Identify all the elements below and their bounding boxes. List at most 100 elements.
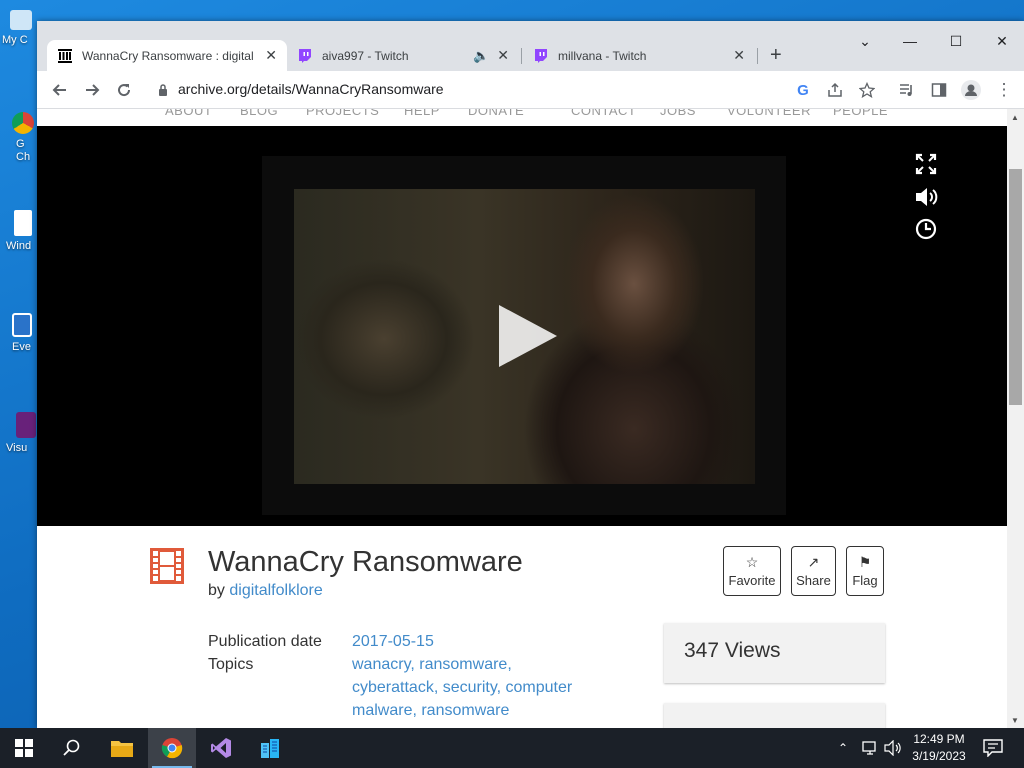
archive-icon <box>58 48 72 63</box>
desktop-icon-label: G Ch <box>16 138 31 163</box>
flag-button[interactable]: ⚑ Flag <box>846 546 884 596</box>
minimize-button[interactable]: — <box>887 33 933 49</box>
scroll-down-icon[interactable]: ▼ <box>1011 716 1019 725</box>
nav-contact[interactable]: CONTACT <box>571 109 636 118</box>
desktop-icon-chrome[interactable]: G Ch <box>2 112 38 164</box>
notification-icon <box>983 739 1003 757</box>
bookmark-button[interactable] <box>855 78 879 102</box>
desktop-icon-visual-studio[interactable]: Visu <box>2 412 38 454</box>
share-icon: ↗ <box>807 554 820 570</box>
fullscreen-button[interactable] <box>914 152 938 176</box>
arrow-right-icon <box>86 84 100 96</box>
tab-title: WannaCry Ransomware : digital <box>82 48 254 63</box>
star-icon <box>859 82 875 98</box>
chrome-icon <box>12 112 34 134</box>
chrome-icon <box>161 738 183 759</box>
taskbar: ⌃ 12:49 PM 3/19/2023 <box>0 728 1024 768</box>
nav-people[interactable]: PEOPLE <box>833 109 888 118</box>
close-icon[interactable]: ✕ <box>733 47 745 64</box>
desktop-icon-windows[interactable]: Wind <box>2 210 38 252</box>
topics-value[interactable]: wanacry, ransomware, cyberattack, securi… <box>352 653 602 722</box>
desktop-icon-my-computer[interactable]: My C <box>2 10 38 46</box>
visual-studio-icon <box>211 738 231 758</box>
nav-donate[interactable]: DONATE <box>468 109 524 118</box>
playlist-icon <box>900 84 912 96</box>
video-player[interactable] <box>37 126 1007 526</box>
twitch-icon <box>535 48 547 63</box>
tab-strip: WannaCry Ransomware : digital ✕ aiva997 … <box>37 21 1024 71</box>
nav-projects[interactable]: PROJECTS <box>306 109 379 118</box>
page-scrollbar[interactable]: ▲ ▼ <box>1007 109 1024 728</box>
network-icon <box>862 741 876 755</box>
favorite-button[interactable]: ☆ Favorite <box>723 546 781 596</box>
reload-button[interactable] <box>112 78 136 102</box>
close-window-button[interactable]: ✕ <box>979 33 1024 50</box>
tab-aiva997[interactable]: aiva997 - Twitch 🔈 ✕ <box>287 40 519 71</box>
nav-about[interactable]: ABOUT <box>165 109 212 118</box>
taskbar-chrome[interactable] <box>148 728 196 768</box>
flag-icon: ⚑ <box>858 554 872 570</box>
close-icon[interactable]: ✕ <box>497 47 509 64</box>
address-bar[interactable]: archive.org/details/WannaCryRansomware <box>178 81 444 97</box>
nav-help[interactable]: HELP <box>404 109 440 118</box>
nav-blog[interactable]: BLOG <box>240 109 278 118</box>
scroll-up-icon[interactable]: ▲ <box>1011 113 1019 122</box>
film-icon <box>150 548 184 584</box>
side-panel-icon <box>931 83 947 97</box>
favorite-label: Favorite <box>728 573 776 588</box>
taskbar-clock[interactable]: 12:49 PM 3/19/2023 <box>905 731 973 765</box>
new-tab-button[interactable]: + <box>770 45 782 65</box>
desktop-icon-label: Eve <box>12 341 31 353</box>
play-icon[interactable] <box>499 305 557 367</box>
profile-button[interactable] <box>959 78 983 102</box>
close-icon[interactable]: ✕ <box>265 47 277 64</box>
reload-icon <box>118 84 131 97</box>
tab-separator <box>757 48 758 64</box>
desktop-icon-event-viewer[interactable]: Eve <box>2 313 38 353</box>
speaker-icon[interactable]: 🔈 <box>473 48 489 64</box>
google-icon[interactable]: G <box>791 78 815 102</box>
start-button[interactable] <box>0 728 48 768</box>
tab-wannacry[interactable]: WannaCry Ransomware : digital ✕ <box>47 40 287 71</box>
fullscreen-icon <box>915 153 937 175</box>
document-icon <box>14 210 32 236</box>
by-prefix: by <box>208 582 225 599</box>
publication-date-label: Publication date <box>208 633 322 650</box>
tab-millvana[interactable]: millvana - Twitch ✕ <box>523 40 755 71</box>
side-panel-button[interactable] <box>927 78 951 102</box>
show-hidden-icons[interactable]: ⌃ <box>838 728 848 768</box>
search-button[interactable] <box>48 728 96 768</box>
taskbar-file-explorer[interactable] <box>98 728 146 768</box>
creator-line: by digitalfolklore <box>208 582 323 600</box>
tab-title: aiva997 - Twitch <box>322 48 409 63</box>
nav-volunteer[interactable]: VOLUNTEER <box>727 109 811 118</box>
item-title: WannaCry Ransomware <box>208 546 523 578</box>
tab-title: millvana - Twitch <box>558 48 647 63</box>
volume-button[interactable] <box>914 185 938 209</box>
forward-button[interactable] <box>80 78 104 102</box>
lock-icon[interactable] <box>158 84 168 96</box>
nav-jobs[interactable]: JOBS <box>660 109 696 118</box>
desktop-icon-label: Visu <box>6 442 28 454</box>
back-button[interactable] <box>48 78 72 102</box>
share-page-button[interactable] <box>823 78 847 102</box>
taskbar-app[interactable] <box>246 728 294 768</box>
share-button[interactable]: ↗ Share <box>791 546 836 596</box>
publication-date-value[interactable]: 2017-05-15 <box>352 630 602 653</box>
folder-icon <box>111 741 133 757</box>
browser-menu-button[interactable]: ⋮ <box>992 78 1016 102</box>
notification-center[interactable] <box>983 728 1003 768</box>
history-button[interactable] <box>914 217 938 241</box>
maximize-button[interactable]: ☐ <box>933 33 979 50</box>
tab-search-button[interactable]: ⌄ <box>842 33 888 50</box>
taskbar-visual-studio[interactable] <box>197 728 245 768</box>
desktop-icon-label: My C <box>2 34 28 46</box>
scroll-thumb[interactable] <box>1009 169 1022 405</box>
secondary-panel <box>664 703 885 728</box>
media-control-button[interactable] <box>895 78 919 102</box>
creator-link[interactable]: digitalfolklore <box>229 582 322 599</box>
network-status[interactable] <box>862 728 880 768</box>
clock-date: 3/19/2023 <box>912 749 966 763</box>
volume-status[interactable] <box>884 728 902 768</box>
speaker-icon <box>884 740 901 756</box>
